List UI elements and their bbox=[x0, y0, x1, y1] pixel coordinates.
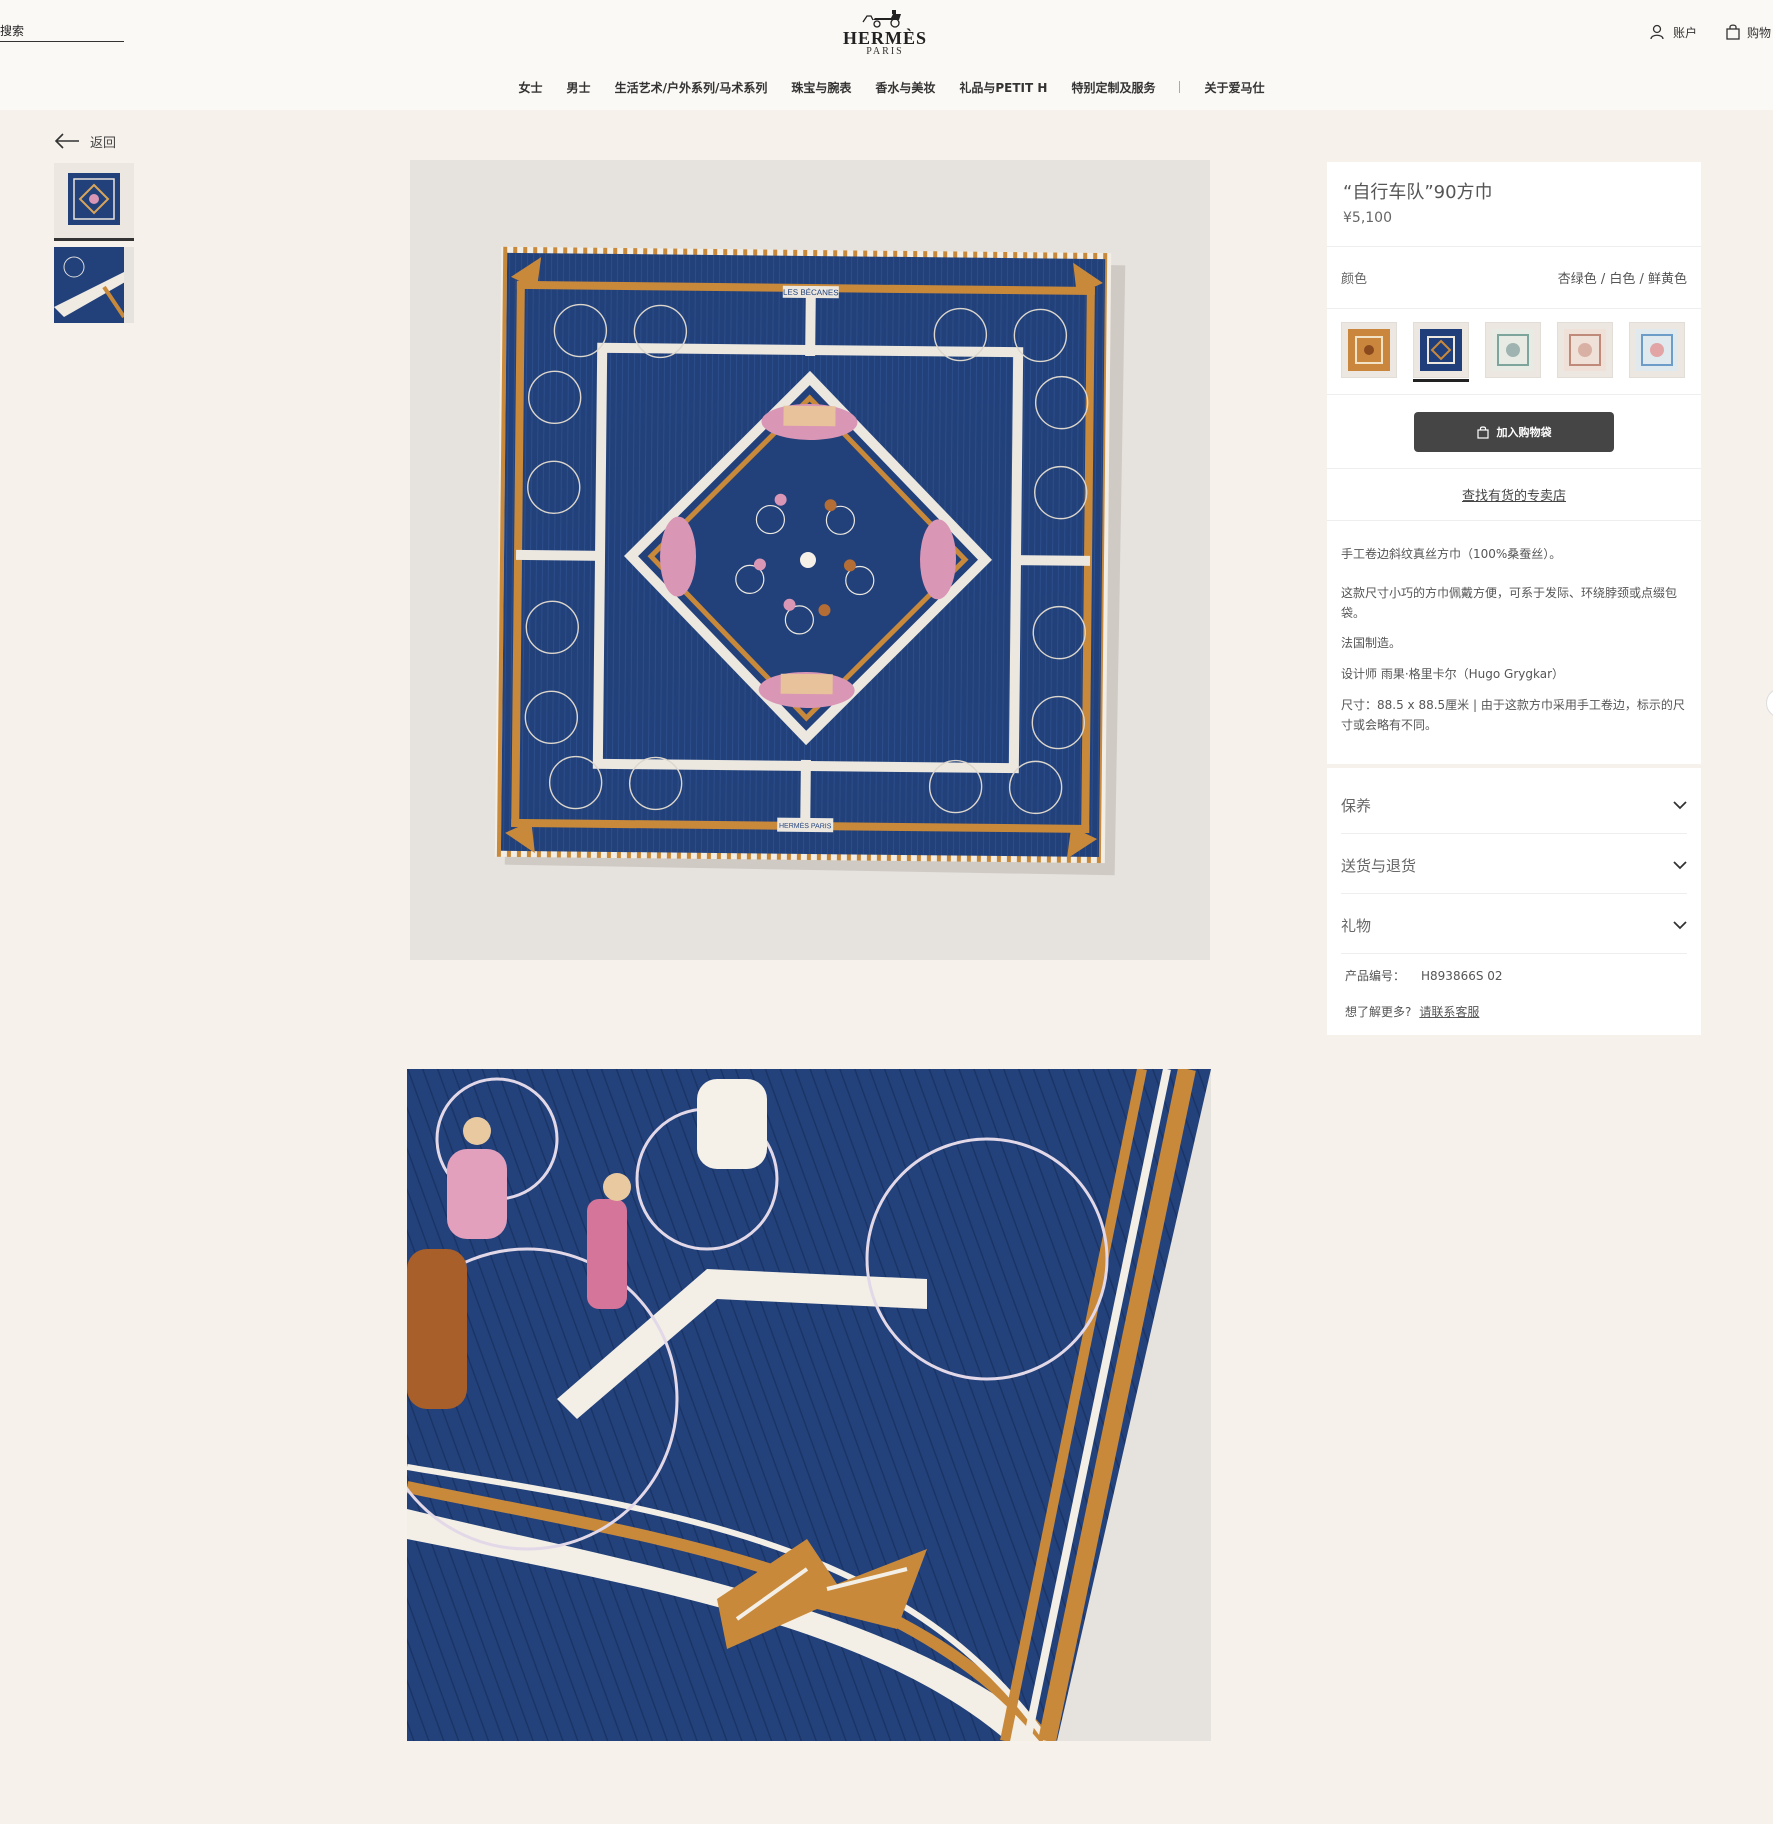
scarf-thumbnail-image bbox=[68, 173, 120, 225]
product-details-panel: 保养 送货与退货 礼物 产品编号： H893866S 02 想了解更多? 请联系客服 bbox=[1327, 768, 1701, 1035]
color-swatch-blue[interactable] bbox=[1629, 322, 1685, 378]
nav-item-about[interactable]: 关于爱马仕 bbox=[1204, 79, 1264, 96]
back-label: 返回 bbox=[90, 135, 117, 151]
bag-label: 购物 bbox=[1747, 25, 1772, 40]
swatch-image bbox=[1492, 329, 1534, 371]
accordion-shipping[interactable]: 送货与退货 bbox=[1341, 838, 1687, 894]
scarf-top-label: LES BÉCANES bbox=[783, 288, 839, 298]
description-designer: 设计师 雨果·格里卡尔（Hugo Grygkar） bbox=[1341, 667, 1565, 681]
contact-service-link[interactable]: 请联系客服 bbox=[1419, 1005, 1479, 1019]
divider bbox=[1327, 246, 1701, 247]
color-swatch-pink[interactable] bbox=[1557, 322, 1613, 378]
product-code-value: H893866S 02 bbox=[1421, 969, 1503, 983]
color-label: 颜色 bbox=[1341, 272, 1368, 287]
product-title: “自行车队”90方巾 bbox=[1343, 182, 1493, 203]
bag-link[interactable]: 购物 bbox=[1726, 22, 1771, 42]
product-code-label: 产品编号： bbox=[1345, 969, 1406, 983]
nav-item-special-orders[interactable]: 特别定制及服务 bbox=[1071, 79, 1155, 96]
color-swatch-orange[interactable] bbox=[1341, 322, 1397, 378]
description-size: 尺寸：88.5 x 88.5厘米 | 由于这款方巾采用手工卷边，标示的尺寸或会略… bbox=[1341, 698, 1685, 732]
product-info-panel: “自行车队”90方巾 ¥5,100 颜色 杏绿色 / 白色 / 鲜黄色 加入购物… bbox=[1327, 162, 1701, 764]
swatch-image bbox=[1636, 329, 1678, 371]
add-to-bag-button[interactable]: 加入购物袋 bbox=[1414, 412, 1614, 452]
divider bbox=[1327, 520, 1701, 521]
accordion-care[interactable]: 保养 bbox=[1341, 778, 1687, 834]
product-price: ¥5,100 bbox=[1343, 210, 1392, 226]
carriage-icon bbox=[862, 10, 901, 28]
hermes-logo[interactable]: HERMÈS PARIS bbox=[840, 8, 930, 58]
chevron-down-icon bbox=[1673, 861, 1687, 870]
description-material: 手工卷边斜纹真丝方巾（100%桑蚕丝）。 bbox=[1341, 547, 1562, 561]
product-code: 产品编号： H893866S 02 bbox=[1345, 967, 1503, 984]
site-header: 搜索 HERMÈS PARIS 账户 购物 女士 男士 生活艺术/户外系列/马术… bbox=[0, 0, 1773, 110]
arrow-left-icon bbox=[54, 133, 79, 149]
nav-divider bbox=[1179, 81, 1181, 93]
account-link[interactable]: 账户 bbox=[1650, 22, 1697, 42]
nav-item-home-outdoor-equestrian[interactable]: 生活艺术/户外系列/马术系列 bbox=[615, 79, 768, 96]
shopping-bag-icon bbox=[1726, 24, 1740, 40]
description-origin: 法国制造。 bbox=[1341, 636, 1402, 650]
color-value: 杏绿色 / 白色 / 鲜黄色 bbox=[1557, 272, 1687, 287]
description-usage: 这款尺寸小巧的方巾佩戴方便，可系于发际、环绕脖颈或点缀包袋。 bbox=[1341, 586, 1678, 620]
thumbnail-scarf-detail[interactable] bbox=[54, 247, 134, 323]
help-label: 想了解更多? bbox=[1345, 1005, 1412, 1019]
scarf-detail-illustration bbox=[407, 1069, 1211, 1741]
nav-item-jewelry-watches[interactable]: 珠宝与腕表 bbox=[791, 79, 851, 96]
divider bbox=[1327, 308, 1701, 309]
add-to-bag-label: 加入购物袋 bbox=[1496, 426, 1552, 439]
user-icon bbox=[1650, 24, 1664, 40]
color-swatch-navy[interactable] bbox=[1413, 322, 1469, 378]
scarf-illustration: LES BÉCANES HERMÈS PARIS bbox=[410, 160, 1210, 960]
side-scroll-button[interactable] bbox=[1766, 688, 1773, 718]
accordion-care-label: 保养 bbox=[1341, 797, 1372, 815]
chevron-down-icon bbox=[1673, 801, 1687, 810]
selected-swatch-indicator bbox=[1413, 379, 1469, 382]
chevron-down-icon bbox=[1673, 921, 1687, 930]
divider bbox=[1327, 394, 1701, 395]
find-store-link[interactable]: 查找有货的专卖店 bbox=[1327, 485, 1701, 504]
swatch-image bbox=[1348, 329, 1390, 371]
accordion-gift[interactable]: 礼物 bbox=[1341, 898, 1687, 954]
nav-item-women[interactable]: 女士 bbox=[519, 79, 543, 96]
accordion-shipping-label: 送货与退货 bbox=[1341, 857, 1417, 875]
back-link[interactable]: 返回 bbox=[54, 130, 116, 152]
search-input[interactable]: 搜索 bbox=[0, 22, 124, 42]
scarf-detail-thumbnail-image bbox=[54, 247, 134, 323]
nav-item-perfume-beauty[interactable]: 香水与美妆 bbox=[875, 79, 935, 96]
product-detail-image[interactable] bbox=[407, 1069, 1211, 1741]
divider bbox=[1327, 468, 1701, 469]
swatch-image bbox=[1420, 329, 1462, 371]
color-swatch-sage[interactable] bbox=[1485, 322, 1541, 378]
account-label: 账户 bbox=[1673, 25, 1698, 40]
brand-name: HERMÈS bbox=[842, 28, 927, 48]
product-main-image[interactable]: LES BÉCANES HERMÈS PARIS bbox=[410, 160, 1210, 960]
accordion-gift-label: 礼物 bbox=[1341, 917, 1372, 935]
thumbnail-scarf-flat[interactable] bbox=[54, 163, 134, 239]
shopping-bag-icon bbox=[1476, 425, 1489, 439]
help-line: 想了解更多? 请联系客服 bbox=[1345, 1003, 1479, 1020]
nav-item-gifts-petit-h[interactable]: 礼品与PETIT H bbox=[959, 79, 1047, 96]
main-nav: 女士 男士 生活艺术/户外系列/马术系列 珠宝与腕表 香水与美妆 礼品与PETI… bbox=[0, 78, 1773, 96]
nav-item-men[interactable]: 男士 bbox=[567, 79, 591, 96]
swatch-image bbox=[1564, 329, 1606, 371]
thumbnail-selected-indicator bbox=[54, 238, 134, 241]
brand-subtitle: PARIS bbox=[866, 46, 904, 57]
